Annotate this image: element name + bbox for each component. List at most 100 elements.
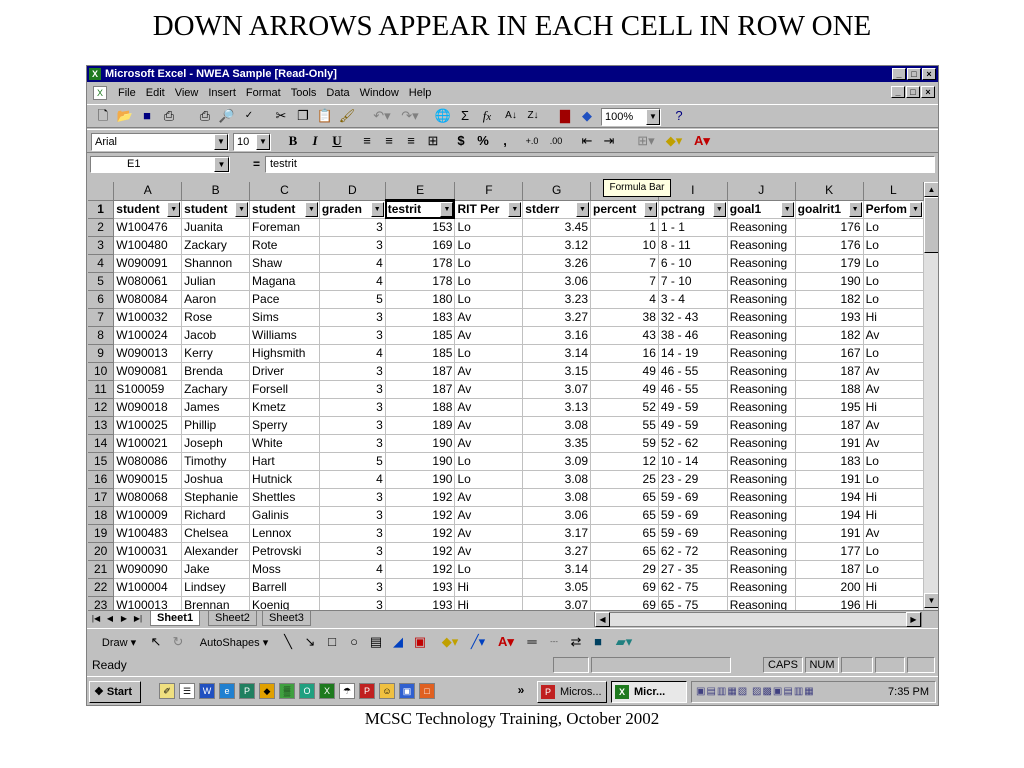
minimize-button[interactable]: _: [892, 68, 906, 80]
table-cell[interactable]: Lindsey: [181, 578, 251, 597]
arrow-style-icon[interactable]: ⇄: [567, 633, 585, 651]
table-cell[interactable]: 8 - 11: [658, 236, 728, 255]
header-cell[interactable]: testrit ▼: [385, 200, 456, 219]
table-cell[interactable]: Lo: [863, 236, 924, 255]
table-cell[interactable]: Shaw: [249, 254, 320, 273]
close-button[interactable]: ×: [922, 68, 936, 80]
quicklaunch-outlook-icon[interactable]: O: [299, 683, 315, 699]
table-cell[interactable]: Reasoning: [727, 506, 796, 525]
table-cell[interactable]: W100031: [113, 542, 183, 561]
table-cell[interactable]: Joshua: [181, 470, 251, 489]
table-cell[interactable]: 49 - 59: [658, 416, 728, 435]
table-cell[interactable]: 3: [319, 416, 386, 435]
row-header[interactable]: 23: [88, 596, 115, 610]
table-cell[interactable]: 46 - 55: [658, 362, 728, 381]
table-cell[interactable]: Av: [863, 434, 924, 453]
table-cell[interactable]: Moss: [249, 560, 320, 579]
table-cell[interactable]: Sims: [249, 308, 320, 327]
table-cell[interactable]: Lo: [454, 272, 524, 291]
table-cell[interactable]: Hi: [863, 596, 924, 610]
quicklaunch-publisher-icon[interactable]: P: [239, 683, 255, 699]
table-cell[interactable]: 7: [590, 254, 659, 273]
table-cell[interactable]: Lo: [454, 452, 524, 471]
menu-edit[interactable]: Edit: [141, 83, 170, 103]
table-cell[interactable]: Aaron: [181, 290, 251, 309]
table-cell[interactable]: Hi: [863, 488, 924, 507]
table-cell[interactable]: Av: [454, 434, 524, 453]
table-cell[interactable]: 29: [590, 560, 659, 579]
table-cell[interactable]: 194: [795, 506, 864, 525]
menu-tools[interactable]: Tools: [286, 83, 322, 103]
table-cell[interactable]: 3: [319, 578, 386, 597]
table-cell[interactable]: Av: [454, 398, 524, 417]
column-header-e[interactable]: E: [385, 182, 456, 201]
table-cell[interactable]: 185: [385, 344, 456, 363]
quicklaunch-paint-icon[interactable]: ◆: [259, 683, 275, 699]
table-cell[interactable]: 16: [590, 344, 659, 363]
table-cell[interactable]: 46 - 55: [658, 380, 728, 399]
table-cell[interactable]: S100059: [113, 380, 183, 399]
quicklaunch-powerpoint-icon[interactable]: P: [359, 683, 375, 699]
table-cell[interactable]: 3.17: [522, 524, 592, 543]
table-cell[interactable]: Stephanie: [181, 488, 251, 507]
table-cell[interactable]: 191: [795, 524, 864, 543]
table-cell[interactable]: Av: [863, 524, 924, 543]
table-cell[interactable]: 188: [385, 398, 456, 417]
table-cell[interactable]: 32 - 43: [658, 308, 728, 327]
table-cell[interactable]: 187: [385, 362, 456, 381]
table-cell[interactable]: Hi: [863, 308, 924, 327]
scroll-left-icon[interactable]: ◀: [595, 612, 610, 627]
formula-input[interactable]: testrit: [265, 156, 935, 173]
table-cell[interactable]: Forsell: [249, 380, 320, 399]
table-cell[interactable]: 3: [319, 524, 386, 543]
table-cell[interactable]: W090091: [113, 254, 183, 273]
table-cell[interactable]: 52: [590, 398, 659, 417]
autofilter-dropdown-icon[interactable]: ▼: [643, 201, 657, 217]
header-cell[interactable]: student ▼: [113, 200, 183, 219]
decrease-decimal-icon[interactable]: .00: [545, 132, 567, 150]
table-cell[interactable]: Reasoning: [727, 524, 796, 543]
table-cell[interactable]: 193: [795, 308, 864, 327]
table-cell[interactable]: 180: [385, 290, 456, 309]
table-cell[interactable]: 178: [385, 254, 456, 273]
table-cell[interactable]: 182: [795, 326, 864, 345]
table-cell[interactable]: Lo: [454, 560, 524, 579]
table-cell[interactable]: 3.26: [522, 254, 592, 273]
quicklaunch-user-icon[interactable]: ☺: [379, 683, 395, 699]
table-cell[interactable]: Reasoning: [727, 452, 796, 471]
quicklaunch-document-icon[interactable]: ☰: [179, 683, 195, 699]
header-cell[interactable]: student ▼: [181, 200, 251, 219]
arrow-icon[interactable]: ↘: [301, 633, 319, 651]
percent-button[interactable]: %: [473, 132, 493, 150]
table-cell[interactable]: 65: [590, 488, 659, 507]
quicklaunch-overflow-icon[interactable]: »: [513, 683, 529, 699]
table-cell[interactable]: 4: [319, 272, 386, 291]
row-header[interactable]: 8: [88, 326, 115, 345]
workbook-close-button[interactable]: ×: [921, 86, 935, 98]
table-cell[interactable]: Av: [863, 326, 924, 345]
table-cell[interactable]: Lo: [863, 344, 924, 363]
table-cell[interactable]: 43: [590, 326, 659, 345]
maximize-button[interactable]: □: [907, 68, 921, 80]
name-box-dropdown-icon[interactable]: ▼: [214, 157, 229, 172]
table-cell[interactable]: Williams: [249, 326, 320, 345]
dash-style-icon[interactable]: ┄: [545, 633, 563, 651]
row-header[interactable]: 3: [88, 236, 115, 255]
italic-button[interactable]: I: [305, 132, 325, 150]
table-cell[interactable]: 38: [590, 308, 659, 327]
table-cell[interactable]: Av: [454, 362, 524, 381]
table-cell[interactable]: Reasoning: [727, 560, 796, 579]
table-cell[interactable]: Reasoning: [727, 254, 796, 273]
quicklaunch-show-desktop-icon[interactable]: ✐: [159, 683, 175, 699]
row-header[interactable]: 7: [88, 308, 115, 327]
horizontal-scrollbar[interactable]: ◀ ▶: [594, 612, 922, 627]
row-header[interactable]: 4: [88, 254, 115, 273]
row-header[interactable]: 21: [88, 560, 115, 579]
table-cell[interactable]: 3.14: [522, 344, 592, 363]
table-cell[interactable]: Rote: [249, 236, 320, 255]
column-header-k[interactable]: K: [795, 182, 864, 201]
line-icon[interactable]: ╲: [279, 633, 297, 651]
table-cell[interactable]: 176: [795, 236, 864, 255]
table-cell[interactable]: W090081: [113, 362, 183, 381]
table-cell[interactable]: Av: [454, 326, 524, 345]
